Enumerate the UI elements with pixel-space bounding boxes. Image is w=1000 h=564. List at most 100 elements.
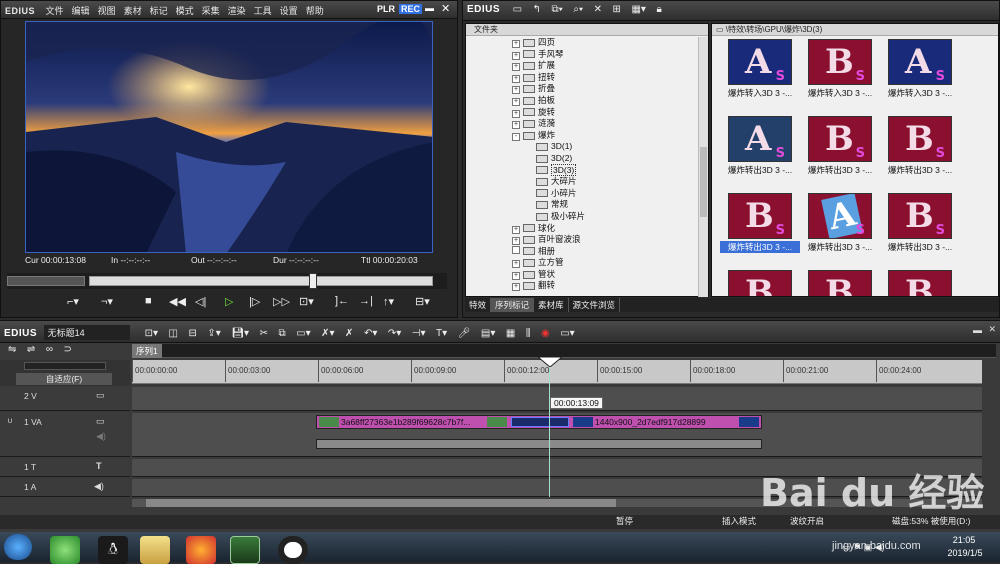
effect-thumbnail-label[interactable]: 爆炸转出3D 3 -... bbox=[720, 164, 800, 176]
expand-icon[interactable]: + bbox=[512, 109, 520, 118]
track-header-1t[interactable]: 1 T T bbox=[0, 459, 130, 477]
audio-mixer-icon[interactable]: ▦ bbox=[506, 328, 515, 339]
expand-icon[interactable]: + bbox=[512, 225, 520, 234]
step-back-icon[interactable]: ◁| bbox=[195, 295, 206, 308]
tree-item[interactable]: + 百叶窗波浪 bbox=[512, 234, 692, 246]
track-header-1a[interactable]: 1 A ◀) bbox=[0, 479, 130, 497]
trim-icon[interactable]: ↑▾ bbox=[383, 295, 394, 308]
tree-item[interactable]: + 旋转 bbox=[512, 107, 692, 119]
play-icon[interactable]: ▷ bbox=[225, 295, 233, 308]
track-visibility-icon[interactable]: ▭ bbox=[96, 416, 105, 427]
status-insert-mode[interactable]: 插入模式 bbox=[722, 515, 756, 527]
tree-item[interactable]: 常规 bbox=[512, 199, 692, 211]
recorder-icon[interactable] bbox=[278, 536, 308, 564]
collapse-icon[interactable]: - bbox=[512, 132, 520, 141]
tree-item[interactable]: 相册 bbox=[512, 245, 692, 258]
effect-thumbnail-label[interactable]: 爆炸转出3D 3 -... bbox=[800, 241, 880, 253]
title-icon[interactable]: T▾ bbox=[436, 328, 447, 339]
track-1va-lane[interactable]: 3a68ff27363e1b289f69628c7b7f... 1440x900… bbox=[132, 413, 982, 457]
tray-icons[interactable]: ▭ ⚑ ▣ ◀) bbox=[842, 542, 885, 553]
menu-item-3[interactable]: 素材 bbox=[124, 6, 142, 16]
folder-icon[interactable]: ▭ bbox=[513, 4, 522, 15]
tree-item[interactable]: 3D(2) bbox=[512, 153, 692, 165]
playhead-marker[interactable] bbox=[536, 356, 564, 368]
effect-thumbnail[interactable]: BS bbox=[808, 116, 872, 162]
step-forward-icon[interactable]: |▷ bbox=[249, 295, 260, 308]
tree-item[interactable]: 极小碎片 bbox=[512, 211, 692, 223]
tree-item[interactable]: + 球化 bbox=[512, 223, 692, 235]
effect-thumbnail[interactable]: AS bbox=[728, 39, 792, 85]
playhead-knob[interactable] bbox=[308, 273, 317, 289]
menu-item-6[interactable]: 采集 bbox=[202, 6, 220, 16]
new-sequence-icon[interactable]: ⊡▾ bbox=[145, 328, 158, 339]
effect-thumbnail-label[interactable]: 爆炸转出3D 3 -... bbox=[800, 164, 880, 176]
effect-thumbnail[interactable]: BS bbox=[808, 270, 872, 296]
tree-item[interactable]: 3D(3) bbox=[512, 163, 692, 177]
expand-icon[interactable]: + bbox=[512, 97, 520, 106]
track-header-1va[interactable]: ᵁ 1 VA ▭ ◀) bbox=[0, 413, 130, 457]
tree-item[interactable]: + 四页 bbox=[512, 37, 692, 49]
expand-icon[interactable]: + bbox=[512, 40, 520, 48]
delete-icon[interactable]: ✕ bbox=[594, 4, 602, 15]
record-icon[interactable]: ◉ bbox=[541, 328, 550, 339]
explorer-icon[interactable] bbox=[140, 536, 170, 564]
library-tab-1[interactable]: 序列标记 bbox=[491, 298, 535, 312]
mixer-icon[interactable]: ⫼ bbox=[526, 328, 531, 339]
plr-label[interactable]: PLR bbox=[377, 4, 395, 14]
render-icon[interactable]: ▤▾ bbox=[481, 328, 495, 339]
expand-icon[interactable]: + bbox=[512, 63, 520, 72]
effect-thumbnail[interactable]: BS bbox=[888, 270, 952, 296]
library-tab-3[interactable]: 源文件浏览 bbox=[569, 298, 621, 312]
expand-icon[interactable]: + bbox=[512, 237, 520, 246]
loop-icon[interactable]: ⊡▾ bbox=[299, 295, 314, 308]
track-visibility-icon[interactable]: ▭ bbox=[96, 390, 105, 401]
browser-360-icon[interactable] bbox=[50, 536, 80, 564]
effect-thumbnail-label[interactable]: 爆炸转入3D 3 -... bbox=[880, 87, 960, 99]
effect-thumbnail[interactable]: AS bbox=[728, 116, 792, 162]
search-icon[interactable]: ⌕▾ bbox=[573, 4, 583, 15]
video-viewport[interactable] bbox=[25, 21, 433, 253]
tree-item[interactable]: 大碎片 bbox=[512, 176, 692, 188]
expand-icon[interactable]: + bbox=[512, 51, 520, 60]
effect-thumbnail-label[interactable]: 爆炸转出3D 3 -... bbox=[880, 164, 960, 176]
save-icon[interactable]: 💾︎▾ bbox=[231, 328, 249, 339]
rec-label[interactable]: REC bbox=[399, 4, 423, 14]
tree-item[interactable]: + 翻转 bbox=[512, 280, 692, 292]
zoom-slider[interactable] bbox=[24, 362, 106, 370]
edius-task-icon[interactable] bbox=[230, 536, 260, 564]
scrub-area[interactable] bbox=[7, 273, 447, 289]
tree-item[interactable]: + 拍板 bbox=[512, 95, 692, 107]
position-bar[interactable] bbox=[89, 276, 433, 286]
tree-item[interactable]: + 管状 bbox=[512, 269, 692, 281]
track-1t-lane[interactable] bbox=[132, 459, 982, 477]
link-icon[interactable]: ∞ bbox=[46, 344, 53, 355]
library-tab-2[interactable]: 素材库 bbox=[534, 298, 569, 312]
snap-icon[interactable]: ⊃ bbox=[63, 344, 71, 355]
import-icon[interactable]: ⊟ bbox=[189, 328, 197, 339]
mic-icon[interactable]: 🎤︎ bbox=[458, 328, 471, 339]
fit-dropdown[interactable]: 自适应(F) bbox=[16, 373, 112, 385]
effect-thumbnail[interactable]: AS bbox=[808, 193, 872, 239]
effect-thumbnail[interactable]: BS bbox=[888, 193, 952, 239]
effect-thumbnail-label[interactable]: 爆炸转入3D 3 -... bbox=[720, 87, 800, 99]
menu-item-4[interactable]: 标记 bbox=[150, 6, 168, 16]
menu-item-1[interactable]: 编辑 bbox=[72, 6, 90, 16]
expand-icon[interactable]: + bbox=[512, 283, 520, 292]
menu-item-7[interactable]: 渲染 bbox=[228, 6, 246, 16]
tree-scrollbar[interactable] bbox=[698, 37, 708, 297]
transition-block[interactable] bbox=[511, 417, 569, 427]
sequence-tab-label[interactable]: 序列1 bbox=[132, 344, 162, 358]
set-out-icon[interactable]: ¬▾ bbox=[101, 295, 113, 308]
timeline-hscroll[interactable] bbox=[132, 499, 982, 507]
effect-thumbnail[interactable]: AS bbox=[888, 39, 952, 85]
close-icon[interactable]: ✕ bbox=[441, 2, 450, 15]
library-tab-0[interactable]: 特效 bbox=[465, 298, 492, 312]
delete-clip-icon[interactable]: ✗▾ bbox=[321, 328, 334, 339]
ripple-delete-icon[interactable]: ✗ bbox=[345, 328, 353, 339]
up-folder-icon[interactable]: ↰ bbox=[533, 4, 541, 15]
tree-item[interactable]: + 扩展 bbox=[512, 60, 692, 72]
paste-icon[interactable]: ▭▾ bbox=[296, 328, 310, 339]
expand-icon[interactable]: + bbox=[512, 271, 520, 280]
effect-thumbnail[interactable]: BS bbox=[808, 39, 872, 85]
export-icon[interactable]: ⇪▾ bbox=[207, 328, 220, 339]
